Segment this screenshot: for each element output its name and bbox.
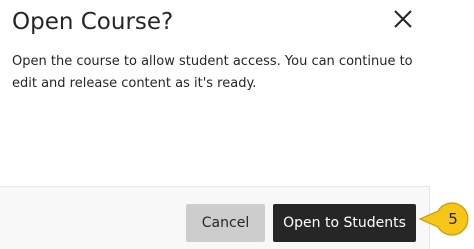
- dialog-message: Open the course to allow student access.…: [12, 54, 413, 91]
- dialog-footer: Cancel Open to Students: [0, 186, 430, 249]
- close-icon: [393, 9, 413, 33]
- cancel-button[interactable]: Cancel: [186, 204, 265, 242]
- dialog-title: Open Course?: [12, 9, 174, 35]
- close-button[interactable]: [388, 6, 418, 36]
- open-course-dialog: Open Course? Open the course to allow st…: [0, 0, 474, 249]
- step-number: 5: [448, 210, 458, 228]
- open-to-students-button[interactable]: Open to Students: [273, 204, 416, 242]
- step-callout-badge: 5: [418, 201, 472, 237]
